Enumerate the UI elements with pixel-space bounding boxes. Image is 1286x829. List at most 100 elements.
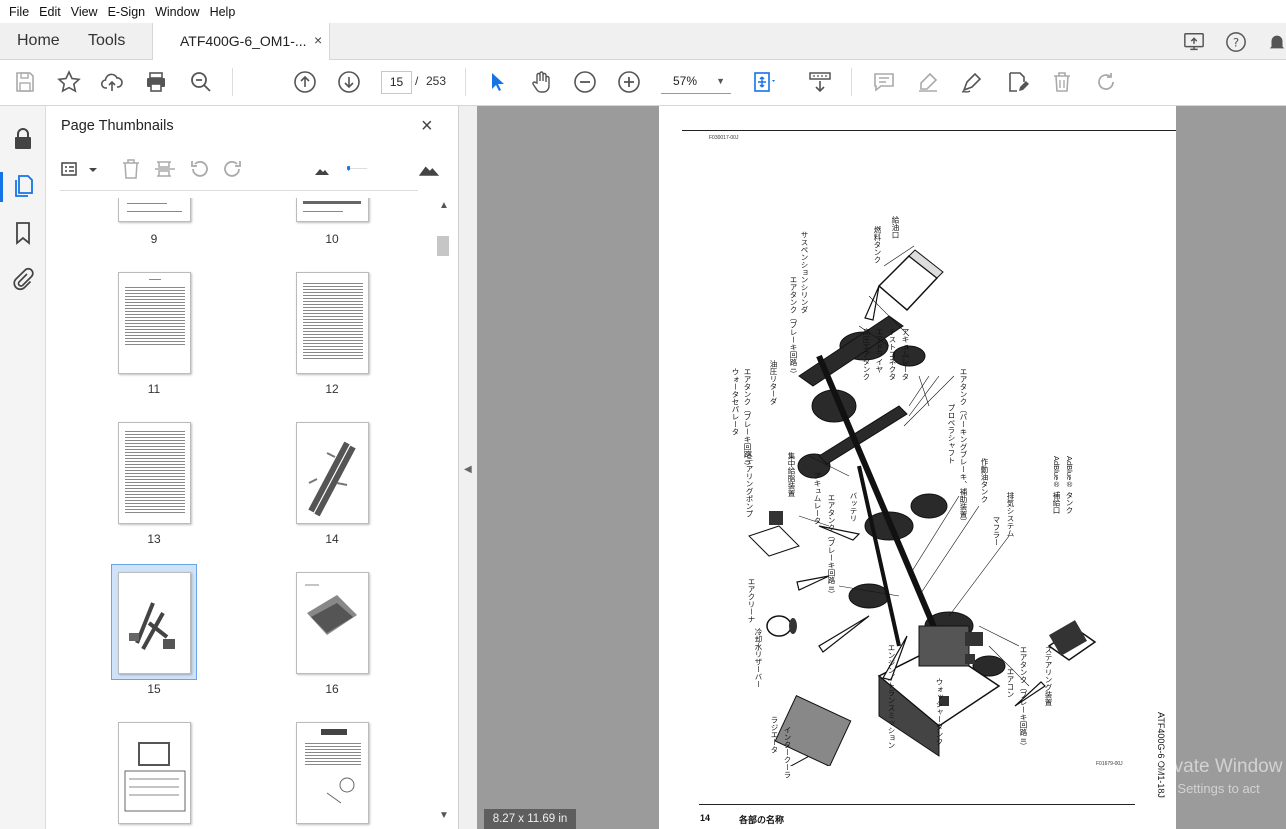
menu-window[interactable]: Window <box>150 5 204 19</box>
attachments-icon[interactable] <box>11 267 35 291</box>
menu-help[interactable]: Help <box>205 5 241 19</box>
thumbnail-page-15[interactable] <box>118 572 191 674</box>
pdf-page: F030017-00J 燃料タンク 給油口 サスペンションシリンダ エアタンク（… <box>659 106 1176 829</box>
highlight-pen-icon[interactable] <box>916 70 940 94</box>
label-radiator: ラジエータ <box>770 716 779 754</box>
previous-page-icon[interactable] <box>293 70 317 94</box>
tab-tools[interactable]: Tools <box>88 23 125 60</box>
thumbnail-page-12[interactable] <box>296 272 369 374</box>
label-hydraulic-retarder: 油圧リターダ <box>769 360 778 405</box>
thumbnail-page-16[interactable] <box>296 572 369 674</box>
thumbnail-page-13[interactable] <box>118 422 191 524</box>
menu-edit[interactable]: Edit <box>34 5 66 19</box>
label-hydraulic-oil-tank: 作動油タンク <box>980 458 989 503</box>
label-air-tank-brake1: エアタンク（ブレーキ回路 I） <box>789 276 798 378</box>
notification-bell-icon[interactable] <box>1266 31 1286 53</box>
thumbnail-page-17[interactable] <box>118 722 191 824</box>
thumbnail-list: 9 10 11 12 13 14 15 16 <box>46 198 436 829</box>
collapse-panel-icon[interactable]: ◀ <box>464 464 472 475</box>
page-number: 14 <box>700 813 711 823</box>
label-water-separator: ウォータセパレータ <box>731 368 740 436</box>
rotate-counterclockwise-icon[interactable] <box>188 158 210 180</box>
label-intercooler: インタークーラ <box>783 726 792 779</box>
menu-esign[interactable]: E-Sign <box>103 5 151 19</box>
thumbnail-scrollbar[interactable]: ▲ ▼ <box>436 198 452 829</box>
total-pages: 253 <box>426 74 447 88</box>
panel-divider <box>60 190 418 191</box>
scroll-mode-icon[interactable] <box>808 70 832 94</box>
thumbnail-label-10: 10 <box>325 232 339 246</box>
hand-tool-icon[interactable] <box>529 70 553 94</box>
thumbnail-label-11: 11 <box>147 382 161 396</box>
scroll-down-icon[interactable]: ▼ <box>439 810 449 821</box>
vehicle-component-diagram <box>748 245 1097 766</box>
comment-icon[interactable] <box>872 70 896 94</box>
thumbnail-label-15: 15 <box>147 682 161 696</box>
sign-pen-icon[interactable] <box>960 70 984 94</box>
page-separator: / <box>415 74 419 88</box>
redo-icon[interactable] <box>1094 70 1118 94</box>
left-navigation-rail <box>0 106 46 829</box>
zoom-out-icon[interactable] <box>573 70 597 94</box>
share-screen-icon[interactable] <box>1183 31 1205 53</box>
label-exhaust-system: 排気システム <box>1006 492 1015 537</box>
print-icon[interactable] <box>144 70 168 94</box>
page-size-badge: 8.27 x 11.69 in <box>484 809 576 829</box>
scroll-up-icon[interactable]: ▲ <box>439 200 449 211</box>
tab-home[interactable]: Home <box>17 23 60 60</box>
delete-page-icon[interactable] <box>120 158 142 180</box>
scrollbar-thumb[interactable] <box>437 236 449 256</box>
zoom-in-icon[interactable] <box>617 70 641 94</box>
bookmark-star-icon[interactable] <box>57 70 81 94</box>
panel-title: Page Thumbnails <box>61 118 174 134</box>
tab-document[interactable]: ATF400G-6_OM1-... × <box>152 23 330 61</box>
next-page-icon[interactable] <box>337 70 361 94</box>
small-thumbnails-icon[interactable] <box>312 158 334 180</box>
chevron-down-icon[interactable] <box>82 158 97 180</box>
thumbnail-page-11[interactable] <box>118 272 191 374</box>
footer-rule <box>699 804 1135 805</box>
thumbnail-page-14[interactable] <box>296 422 369 524</box>
page-number-input[interactable]: 15 <box>381 71 412 94</box>
thumbnail-label-9: 9 <box>150 232 158 246</box>
bookmarks-icon[interactable] <box>11 221 35 245</box>
zoom-search-icon[interactable] <box>189 70 213 94</box>
label-accumulator-mid: アキュムレータ <box>813 472 822 525</box>
lock-icon[interactable] <box>11 127 35 151</box>
delete-trash-icon[interactable] <box>1050 70 1074 94</box>
menu-view[interactable]: View <box>66 5 103 19</box>
activation-watermark: Activate Window <box>1142 756 1283 777</box>
document-viewer[interactable]: F030017-00J 燃料タンク 給油口 サスペンションシリンダ エアタンク（… <box>477 106 1286 829</box>
label-adblue-inlet: AdBlue® 補給口 <box>1052 456 1061 514</box>
zoom-level-select[interactable]: 57% ▼ <box>661 71 731 94</box>
menu-file[interactable]: File <box>4 5 34 19</box>
fit-page-icon[interactable] <box>752 70 776 94</box>
rotate-clockwise-icon[interactable] <box>222 158 244 180</box>
figure-code: F01679-00J <box>1096 761 1123 767</box>
thumbnail-size-slider[interactable] <box>346 158 406 180</box>
upload-cloud-icon[interactable] <box>100 70 124 94</box>
menu-bar: File Edit View E-Sign Window Help <box>0 0 1286 23</box>
edit-document-icon[interactable] <box>1005 70 1029 94</box>
label-steering-pump: ステアリングポンプ <box>745 450 754 518</box>
tab-close-icon[interactable]: × <box>314 32 322 48</box>
large-thumbnails-icon[interactable] <box>418 158 444 180</box>
label-battery: バッテリ <box>849 492 858 522</box>
thumbnail-page-9[interactable] <box>118 198 191 222</box>
page-thumbnails-icon[interactable] <box>11 174 35 198</box>
page-thumbnails-panel: Page Thumbnails × 9 10 11 12 13 14 15 16… <box>46 106 458 829</box>
select-cursor-icon[interactable] <box>485 70 509 94</box>
extract-page-icon[interactable] <box>154 158 176 180</box>
zoom-level-value: 57% <box>673 74 698 88</box>
label-air-tank-brake2b: エアタンク（ブレーキ回路 II） <box>1019 646 1028 750</box>
panel-splitter[interactable]: ◀ <box>458 106 477 829</box>
help-icon[interactable]: ? <box>1225 31 1247 53</box>
close-panel-icon[interactable]: × <box>421 115 433 138</box>
thumbnail-page-18[interactable] <box>296 722 369 824</box>
save-icon[interactable] <box>13 70 37 94</box>
activation-watermark-sub: Go to Settings to act <box>1142 781 1260 796</box>
chevron-down-icon: ▼ <box>716 76 725 86</box>
thumbnail-options-icon[interactable] <box>60 158 82 180</box>
thumbnail-page-10[interactable] <box>296 198 369 222</box>
label-washer-tank: ウォッシャータンク <box>935 678 944 746</box>
